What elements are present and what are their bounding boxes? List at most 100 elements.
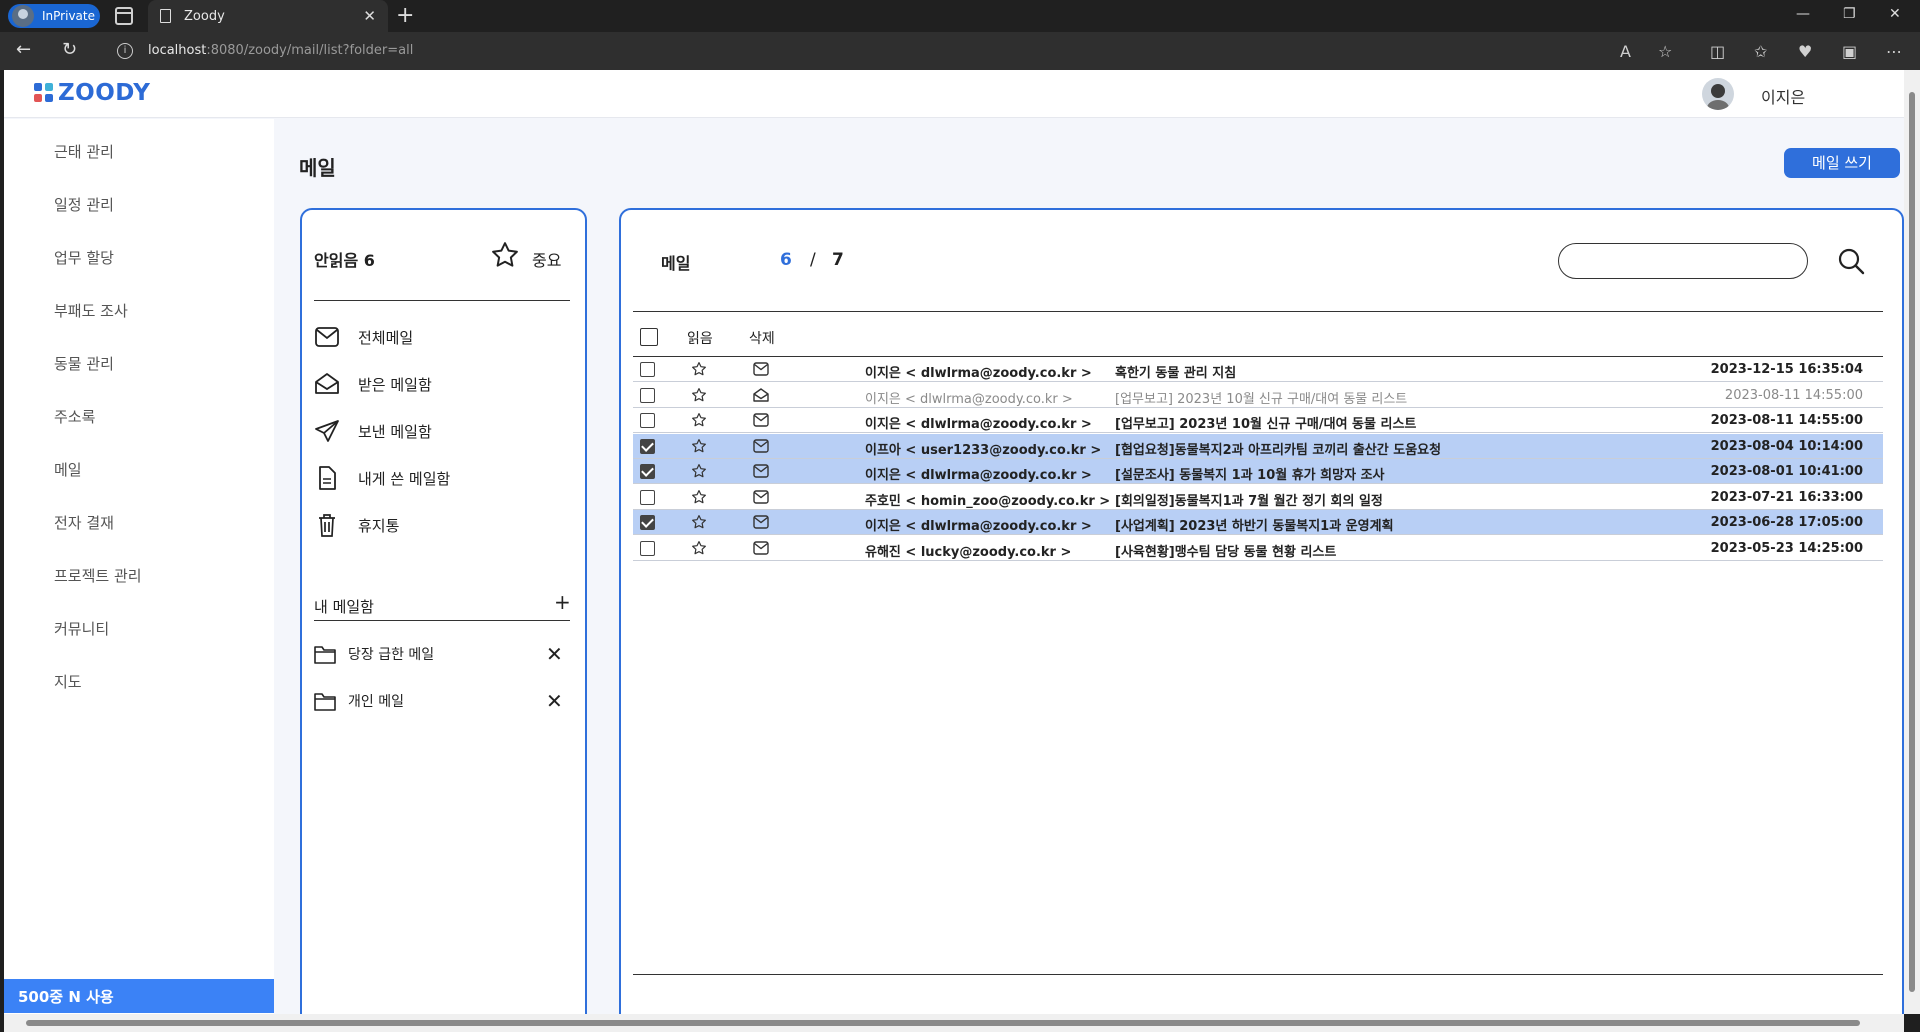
- sidebar-item-address-book[interactable]: 주소록: [54, 406, 95, 427]
- mail-sender[interactable]: 이지은 < dlwlrma@zoody.co.kr >: [865, 413, 1092, 432]
- extensions-icon[interactable]: ♥: [1798, 42, 1812, 61]
- star-icon[interactable]: [691, 463, 707, 479]
- sidebar-item-projects[interactable]: 프로젝트 관리: [54, 565, 142, 586]
- browser-tab[interactable]: Zoody ✕: [148, 0, 388, 32]
- split-screen-icon[interactable]: ◫: [1710, 42, 1725, 61]
- scroll-thumb[interactable]: [1909, 92, 1915, 992]
- row-checkbox[interactable]: [640, 515, 655, 530]
- unread-count[interactable]: 안읽음 6: [314, 247, 375, 271]
- read-aloud-icon[interactable]: A: [1620, 42, 1631, 61]
- compose-button[interactable]: 메일 쓰기: [1784, 148, 1900, 178]
- sidebar-item-mail[interactable]: 메일: [54, 459, 82, 480]
- folder-item-sent[interactable]: 보낸 메일함: [314, 418, 432, 444]
- delete-mailbox-icon[interactable]: ✕: [546, 689, 563, 713]
- star-icon[interactable]: [691, 540, 707, 556]
- table-row[interactable]: 이지은 < dlwlrma@zoody.co.kr > [설문조사] 동물복지 1…: [633, 459, 1883, 484]
- inprivate-badge[interactable]: InPrivate: [8, 4, 100, 28]
- table-row[interactable]: 이지은 < dlwlrma@zoody.co.kr > [업무보고] 2023년 …: [633, 383, 1883, 408]
- envelope-icon[interactable]: [753, 489, 769, 504]
- star-icon[interactable]: [691, 514, 707, 530]
- envelope-icon[interactable]: [753, 515, 769, 529]
- refresh-icon[interactable]: ↻: [62, 39, 77, 60]
- collections-icon[interactable]: ▣: [1842, 42, 1857, 61]
- horizontal-scrollbar[interactable]: [4, 1014, 1904, 1032]
- mail-subject[interactable]: 혹한기 동물 관리 지침: [1115, 362, 1236, 381]
- select-all-checkbox[interactable]: [640, 328, 658, 346]
- mail-sender[interactable]: 이지은 < dlwlrma@zoody.co.kr >: [865, 464, 1092, 483]
- row-checkbox[interactable]: [640, 540, 655, 556]
- envelope-icon[interactable]: [753, 438, 769, 453]
- logo[interactable]: ZOODY: [34, 80, 150, 106]
- sidebar-item-tasks[interactable]: 업무 할당: [54, 247, 114, 268]
- tab-actions-icon[interactable]: [115, 7, 133, 25]
- table-row[interactable]: 이지은 < dlwlrma@zoody.co.kr > 혹한기 동물 관리 지침 2…: [633, 357, 1883, 382]
- envelope-icon[interactable]: [753, 413, 769, 427]
- search-icon[interactable]: [1837, 247, 1865, 275]
- close-window-icon[interactable]: ✕: [1889, 6, 1901, 22]
- mail-sender[interactable]: 이지은 < dlwlrma@zoody.co.kr >: [865, 388, 1073, 407]
- mail-subject[interactable]: [사육현황]맹수팀 담당 동물 현황 리스트: [1115, 541, 1336, 560]
- mail-subject[interactable]: [업무보고] 2023년 10월 신규 구매/대여 동물 리스트: [1115, 413, 1416, 432]
- restore-icon[interactable]: ❐: [1843, 6, 1856, 22]
- mail-subject[interactable]: [사업계획] 2023년 하반기 동물복지1과 운영계획: [1115, 515, 1394, 534]
- folder-item-self[interactable]: 내게 쓴 메일함: [314, 465, 450, 491]
- more-icon[interactable]: ⋯: [1886, 42, 1902, 61]
- folder-item-trash[interactable]: 휴지통: [314, 512, 399, 538]
- back-icon[interactable]: ←: [16, 39, 31, 60]
- url-field[interactable]: localhost:8080/zoody/mail/list?folder=al…: [148, 43, 413, 58]
- star-icon[interactable]: [691, 489, 707, 505]
- mail-subject[interactable]: [회의일정]동물복지1과 7월 월간 정기 회의 일정: [1115, 490, 1383, 509]
- star-icon[interactable]: [691, 387, 707, 403]
- favorites-icon[interactable]: ✩: [1754, 42, 1767, 61]
- envelope-icon[interactable]: [753, 540, 769, 555]
- favorite-icon[interactable]: ☆: [1658, 42, 1672, 61]
- delete-mailbox-icon[interactable]: ✕: [546, 642, 563, 666]
- table-row[interactable]: 이프아 < user1233@zoody.co.kr > [협업요청]동물복지2과…: [633, 433, 1883, 459]
- username[interactable]: 이지은: [1761, 84, 1805, 108]
- sidebar-item-approval[interactable]: 전자 결재: [54, 512, 114, 533]
- star-icon[interactable]: [691, 438, 707, 454]
- star-icon[interactable]: [490, 240, 520, 270]
- star-icon[interactable]: [691, 361, 707, 377]
- search-input[interactable]: [1558, 243, 1808, 279]
- scroll-thumb[interactable]: [26, 1020, 1860, 1026]
- star-icon[interactable]: [691, 412, 707, 428]
- mail-subject[interactable]: [설문조사] 동물복지 1과 10월 휴가 희망자 조사: [1115, 464, 1385, 483]
- avatar[interactable]: [1702, 78, 1734, 110]
- envelope-icon[interactable]: [753, 362, 769, 376]
- row-checkbox[interactable]: [640, 438, 655, 454]
- my-mailbox-item[interactable]: 개인 메일: [314, 691, 404, 711]
- important-label[interactable]: 중요: [532, 247, 561, 271]
- row-checkbox[interactable]: [640, 387, 655, 403]
- site-info-icon[interactable]: i: [117, 43, 133, 59]
- minimize-icon[interactable]: —: [1796, 6, 1810, 22]
- table-row[interactable]: 이지은 < dlwlrma@zoody.co.kr > [업무보고] 2023년 …: [633, 408, 1883, 433]
- sidebar-item-survey[interactable]: 부패도 조사: [54, 300, 128, 321]
- sidebar-item-map[interactable]: 지도: [54, 671, 82, 692]
- close-tab-icon[interactable]: ✕: [363, 7, 376, 25]
- sidebar-item-community[interactable]: 커뮤니티: [54, 618, 109, 639]
- row-checkbox[interactable]: [640, 489, 655, 505]
- sidebar-item-schedule[interactable]: 일정 관리: [54, 194, 114, 215]
- mail-sender[interactable]: 이지은 < dlwlrma@zoody.co.kr >: [865, 515, 1092, 534]
- mail-sender[interactable]: 이지은 < dlwlrma@zoody.co.kr >: [865, 362, 1092, 381]
- mail-sender[interactable]: 주호민 < homin_zoo@zoody.co.kr >: [865, 490, 1110, 509]
- vertical-scrollbar[interactable]: [1904, 70, 1920, 1014]
- mail-subject[interactable]: [협업요청]동물복지2과 아프리카팀 코끼리 출산간 도움요청: [1115, 439, 1441, 458]
- mail-sender[interactable]: 이프아 < user1233@zoody.co.kr >: [865, 439, 1101, 458]
- row-checkbox[interactable]: [640, 362, 655, 377]
- new-tab-icon[interactable]: +: [396, 3, 414, 28]
- envelope-open-icon[interactable]: [753, 387, 769, 402]
- mail-sender[interactable]: 유해진 < lucky@zoody.co.kr >: [865, 541, 1071, 560]
- my-mailbox-item[interactable]: 당장 급한 메일: [314, 644, 434, 664]
- table-row[interactable]: 유해진 < lucky@zoody.co.kr > [사육현황]맹수팀 담당 동물…: [633, 536, 1883, 561]
- add-mailbox-icon[interactable]: +: [554, 590, 571, 614]
- table-row[interactable]: 이지은 < dlwlrma@zoody.co.kr > [사업계획] 2023년 …: [633, 510, 1883, 535]
- folder-item-all[interactable]: 전체메일: [314, 324, 413, 350]
- table-row[interactable]: 주호민 < homin_zoo@zoody.co.kr > [회의일정]동물복지1…: [633, 485, 1883, 510]
- envelope-icon[interactable]: [753, 464, 769, 478]
- sidebar-item-attendance[interactable]: 근태 관리: [54, 141, 114, 162]
- sidebar-item-animals[interactable]: 동물 관리: [54, 353, 114, 374]
- mail-subject[interactable]: [업무보고] 2023년 10월 신규 구매/대여 동물 리스트: [1115, 388, 1407, 407]
- folder-item-inbox[interactable]: 받은 메일함: [314, 371, 432, 397]
